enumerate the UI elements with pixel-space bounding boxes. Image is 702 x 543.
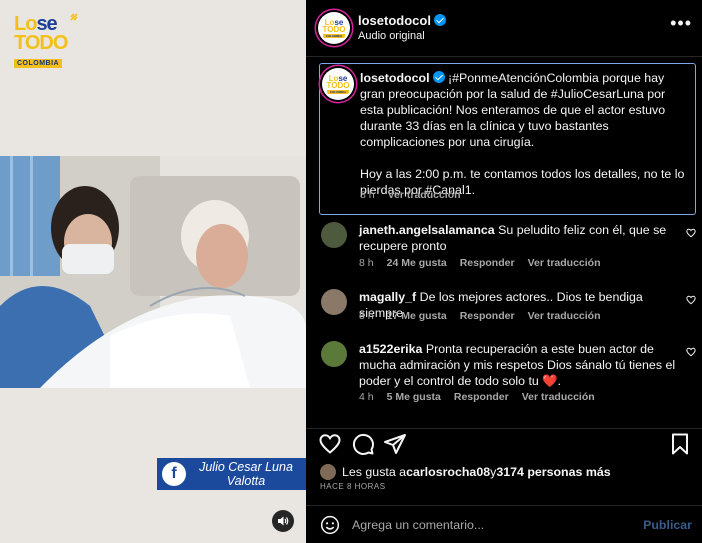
likes-prefix: Les gusta a: [342, 465, 407, 479]
comment-meta: 4 h 5 Me gusta Responder Ver traducción: [359, 391, 595, 403]
comment-reply[interactable]: Responder: [454, 391, 509, 403]
comment-like-heart-icon[interactable]: [686, 295, 696, 305]
verified-icon: [433, 14, 446, 26]
caption-avatar[interactable]: Lose TODO COLOMBIA: [322, 68, 354, 100]
author-avatar[interactable]: Lose TODO COLOMBIA: [318, 12, 350, 44]
comment-input[interactable]: [352, 515, 632, 535]
post-header: Lose TODO COLOMBIA losetodocol Audio origi…: [306, 0, 702, 57]
comment-see-translation[interactable]: Ver traducción: [522, 391, 595, 403]
name-tag-line2: Valotta: [226, 474, 266, 488]
comment-like-heart-icon[interactable]: [686, 347, 696, 357]
add-comment-bar: Publicar: [306, 505, 702, 543]
caption: Lose TODO COLOMBIA losetodocol ¡#PonmeAten…: [319, 63, 696, 215]
facebook-icon: f: [162, 462, 186, 486]
verified-icon: [432, 71, 445, 83]
comment-reply[interactable]: Responder: [460, 257, 515, 269]
comment-likes[interactable]: 17 Me gusta: [387, 310, 447, 322]
comment-reply[interactable]: Responder: [460, 310, 515, 322]
logo-todo: TODO: [14, 32, 68, 54]
comment-icon[interactable]: [351, 432, 375, 456]
comment-username[interactable]: janeth.angelsalamanca: [359, 223, 495, 237]
comment-time[interactable]: 4 h: [359, 391, 374, 403]
comment-see-translation[interactable]: Ver traducción: [528, 310, 601, 322]
publish-button[interactable]: Publicar: [643, 518, 692, 532]
likes-summary: Les gusta a carlosrocha08 y 3174 persona…: [320, 464, 611, 480]
post-panel: Lose TODO COLOMBIA losetodocol Audio origi…: [306, 0, 702, 543]
author-username-row: losetodocol: [358, 13, 446, 28]
caption-meta: 8 h Ver traducción: [360, 189, 461, 201]
action-bar: [306, 428, 702, 456]
logo-spark-icon: [70, 13, 78, 21]
comment-likes[interactable]: 24 Me gusta: [387, 257, 447, 269]
speaker-icon: [278, 516, 289, 526]
comment-time[interactable]: 8 h: [359, 257, 374, 269]
comment-username[interactable]: magally_f: [359, 290, 416, 304]
logo-country: COLOMBIA: [14, 59, 63, 68]
hospital-photo: [0, 156, 306, 388]
bookmark-icon[interactable]: [668, 432, 692, 456]
caption-time[interactable]: 8 h: [360, 189, 375, 201]
audio-link[interactable]: Audio original: [358, 30, 425, 42]
caption-username[interactable]: losetodocol: [360, 71, 430, 85]
name-tag-line1: Julio Cesar Luna: [199, 460, 293, 474]
name-tag-text: Julio Cesar Luna Valotta: [186, 460, 306, 488]
caption-text: losetodocol ¡#PonmeAtenciónColombia porq…: [360, 70, 690, 198]
comment-text: janeth.angelsalamanca Su peludito feliz …: [359, 222, 679, 254]
likes-user[interactable]: carlosrocha08: [406, 465, 490, 479]
comment-text: a1522erika Pronta recuperación a este bu…: [359, 341, 679, 389]
comment-meta: 8 h 24 Me gusta Responder Ver traducción: [359, 257, 601, 269]
share-icon[interactable]: [383, 432, 407, 456]
comment-see-translation[interactable]: Ver traducción: [528, 257, 601, 269]
brand-logo: Lose TODO COLOMBIA: [14, 13, 80, 70]
author-username[interactable]: losetodocol: [358, 13, 431, 28]
comment-time[interactable]: 8 h: [359, 310, 374, 322]
likes-count[interactable]: 3174 personas más: [496, 465, 610, 479]
commenter-avatar[interactable]: [321, 289, 347, 315]
comment-meta: 8 h 17 Me gusta Responder Ver traducción: [359, 310, 601, 322]
post-media[interactable]: Lose TODO COLOMBIA f Julio Cesar Luna Va…: [0, 0, 306, 543]
comment-likes[interactable]: 5 Me gusta: [387, 391, 441, 403]
comment-like-heart-icon[interactable]: [686, 228, 696, 238]
emoji-icon[interactable]: [320, 515, 340, 535]
like-heart-icon[interactable]: [318, 432, 342, 456]
name-tag: f Julio Cesar Luna Valotta: [157, 458, 306, 490]
post-timestamp[interactable]: HACE 8 HORAS: [320, 482, 386, 491]
more-options-icon[interactable]: •••: [670, 14, 692, 32]
comment-username[interactable]: a1522erika: [359, 342, 422, 356]
caption-see-translation[interactable]: Ver traducción: [388, 189, 461, 201]
commenter-avatar[interactable]: [321, 222, 347, 248]
sound-toggle-button[interactable]: [272, 510, 294, 532]
commenter-avatar[interactable]: [321, 341, 347, 367]
liker-avatar[interactable]: [320, 464, 336, 480]
